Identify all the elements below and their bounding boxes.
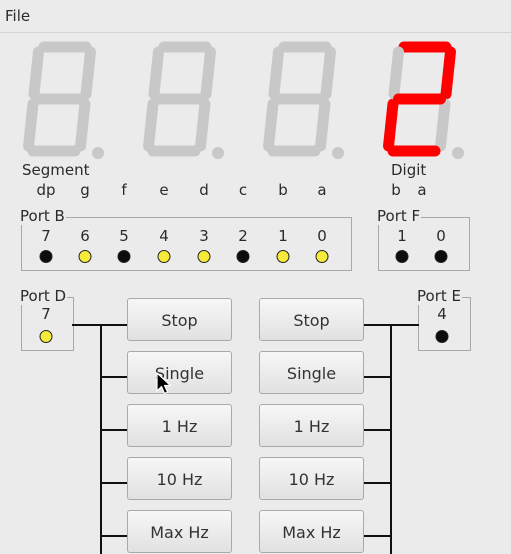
maxhz-button-right[interactable]: Max Hz	[259, 510, 364, 553]
port-b-bit-6-number: 6	[80, 227, 90, 245]
right-bus-line	[390, 324, 392, 554]
port-b-bit-5-number: 5	[119, 227, 129, 245]
port-f-label: Port F	[376, 207, 422, 225]
left-branch-line	[100, 376, 128, 378]
port-b-bit-7-number: 7	[41, 227, 51, 245]
port-b-bit-0-number: 0	[317, 227, 327, 245]
digit-1-segment-e	[143, 98, 159, 152]
digit-1-segment-dp	[212, 147, 224, 159]
digit-3-segment-b	[440, 46, 456, 100]
port-e-label: Port E	[416, 287, 462, 305]
digit-3-segment-f	[388, 46, 404, 100]
right-branch-line	[364, 535, 392, 537]
right-branch-line	[364, 429, 392, 431]
digit-2-segment-e	[263, 98, 279, 152]
menu-file[interactable]: File	[5, 7, 30, 25]
10hz-button-left[interactable]: 10 Hz	[127, 457, 232, 500]
digit-0-segment-dp	[92, 147, 104, 159]
single-button-left[interactable]: Single	[127, 351, 232, 394]
segment-letter-f: f	[121, 181, 127, 199]
menu-bar: File	[0, 0, 511, 33]
segment-letter-d: d	[199, 181, 209, 199]
port-e-bit-number: 4	[437, 305, 447, 323]
digit-0-segment-f	[28, 46, 44, 100]
segment-letter-g: g	[80, 181, 90, 199]
port-b-bit-6-led	[78, 250, 92, 263]
digit-2-segment-b	[320, 46, 336, 100]
segment-letter-e: e	[159, 181, 169, 199]
port-b-bit-2-number: 2	[238, 227, 248, 245]
port-d-led	[39, 330, 53, 343]
port-b-group	[21, 217, 352, 271]
port-b-bit-5-led	[117, 250, 131, 263]
digit-0-segment-e	[23, 98, 39, 152]
left-bus-line	[100, 324, 102, 554]
digit-2-segment-f	[268, 46, 284, 100]
1hz-button-left[interactable]: 1 Hz	[127, 404, 232, 447]
left-branch-line	[100, 429, 128, 431]
port-b-bit-7-led	[39, 250, 53, 263]
port-f-bit-0-led	[434, 250, 448, 263]
digit-label: Digit	[391, 161, 427, 179]
port-b-bit-0-led	[315, 250, 329, 263]
port-b-bit-4-led	[157, 250, 171, 263]
digit-1-segment-b	[200, 46, 216, 100]
port-f-group	[378, 217, 470, 271]
segment-letter-c: c	[238, 181, 248, 199]
digit-0-segment-b	[80, 46, 96, 100]
port-b-bit-2-led	[236, 250, 250, 263]
maxhz-button-left[interactable]: Max Hz	[127, 510, 232, 553]
digit-1-segment-f	[148, 46, 164, 100]
port-b-bit-3-number: 3	[199, 227, 209, 245]
right-branch-line	[364, 482, 392, 484]
segment-letter-a: a	[317, 181, 327, 199]
port-b-bit-3-led	[197, 250, 211, 263]
digit-letter-b: b	[391, 181, 401, 199]
port-b-bit-1-led	[276, 250, 290, 263]
segment-letter-dp: dp	[36, 181, 56, 199]
mouse-pointer-icon	[156, 372, 172, 395]
port-f-bit-1-led	[395, 250, 409, 263]
segment-letter-b: b	[278, 181, 288, 199]
port-d-bit-number: 7	[41, 305, 51, 323]
port-f-bit-0-number: 0	[436, 227, 446, 245]
digit-3-segment-dp	[452, 147, 464, 159]
port-b-bit-1-number: 1	[278, 227, 288, 245]
port-b-label: Port B	[19, 207, 66, 225]
left-branch-line	[100, 482, 128, 484]
segment-label: Segment	[22, 161, 90, 179]
port-b-bit-4-number: 4	[159, 227, 169, 245]
port-f-bit-1-number: 1	[397, 227, 407, 245]
digit-3-segment-e	[383, 98, 399, 152]
port-e-led	[435, 330, 449, 343]
digit-2-segment-dp	[332, 147, 344, 159]
left-branch-line	[100, 535, 128, 537]
stop-button-right[interactable]: Stop	[259, 298, 364, 341]
digit-3-segment-c	[435, 98, 451, 152]
1hz-button-right[interactable]: 1 Hz	[259, 404, 364, 447]
single-button-right[interactable]: Single	[259, 351, 364, 394]
stop-button-left[interactable]: Stop	[127, 298, 232, 341]
port-d-label: Port D	[19, 287, 68, 305]
seven-segment-display	[23, 41, 464, 159]
10hz-button-right[interactable]: 10 Hz	[259, 457, 364, 500]
digit-0-segment-c	[75, 98, 91, 152]
digit-2-segment-c	[315, 98, 331, 152]
digit-1-segment-c	[195, 98, 211, 152]
digit-letter-a: a	[417, 181, 427, 199]
right-branch-line	[364, 376, 392, 378]
